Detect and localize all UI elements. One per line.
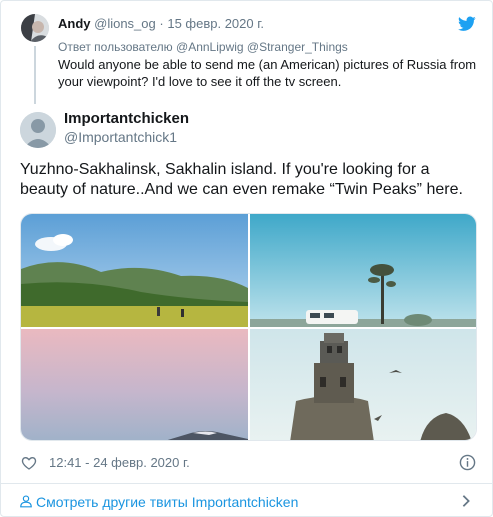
embedded-tweet-card: Andy @lions_og · 15 февр. 2020 г. Ответ …	[0, 0, 493, 517]
tweet-text: Yuzhno-Sakhalinsk, Sakhalin island. If y…	[20, 161, 463, 198]
info-icon[interactable]	[459, 454, 476, 471]
tweet-timestamp[interactable]: 12:41 - 24 февр. 2020 г.	[49, 455, 190, 471]
parent-tweet-text: Would anyone be able to send me (an Amer…	[58, 57, 477, 89]
thread-connector-line	[34, 46, 36, 104]
reply-context: Ответ пользователю @AnnLipwig @Stranger_…	[58, 40, 348, 54]
van-tree-sky-photo[interactable]	[250, 214, 476, 327]
more-tweets-link[interactable]: Смотреть другие твиты Importantchicken	[1, 483, 492, 516]
photo-grid	[20, 213, 477, 441]
parent-tweet-date[interactable]: 15 февр. 2020 г.	[167, 16, 264, 31]
reply-handles-link[interactable]: @AnnLipwig @Stranger_Things	[176, 40, 348, 54]
reply-prefix: Ответ пользователю	[58, 40, 177, 54]
author-name[interactable]: Importantchicken	[64, 110, 189, 128]
twitter-bird-icon[interactable]	[458, 16, 476, 32]
parent-author-name[interactable]: Andy	[58, 16, 91, 31]
header-separator: ·	[159, 16, 164, 31]
parent-tweet-header: Andy @lions_og · 15 февр. 2020 г.	[58, 16, 264, 32]
author-handle[interactable]: @Importantchick1	[64, 129, 177, 146]
person-icon	[20, 495, 32, 508]
more-tweets-label[interactable]: Смотреть другие твиты Importantchicken	[36, 494, 298, 510]
pink-sky-mountain-photo[interactable]	[21, 329, 248, 440]
lighthouse-ruin-photo[interactable]	[250, 329, 476, 440]
chevron-right-icon[interactable]	[461, 494, 471, 508]
heart-icon[interactable]	[21, 455, 37, 471]
parent-author-avatar[interactable]	[21, 14, 49, 42]
author-avatar[interactable]	[20, 112, 56, 148]
parent-author-handle[interactable]: @lions_og	[94, 16, 156, 31]
meadow-hills-photo[interactable]	[21, 214, 248, 327]
